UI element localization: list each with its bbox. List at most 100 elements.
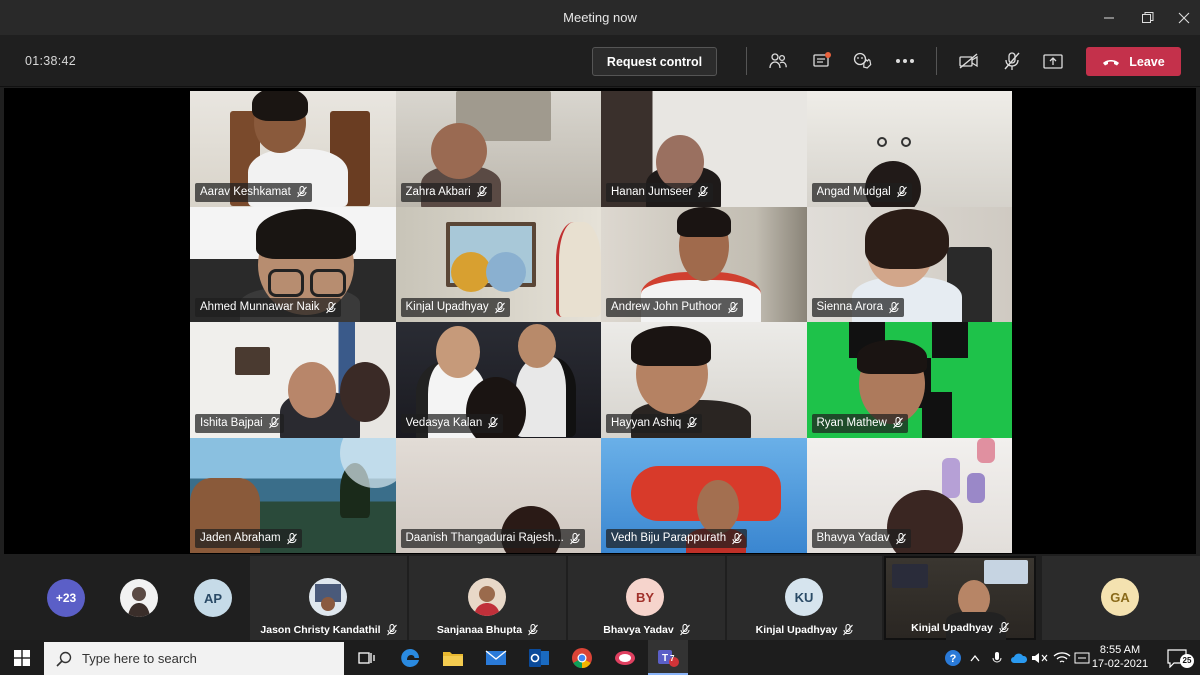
- person-head: [517, 324, 556, 368]
- title-bar: Meeting now: [0, 0, 1200, 35]
- participant-name-tag: Vedasya Kalan: [400, 413, 504, 433]
- participant-name-tag: Andrew John Puthoor: [606, 298, 743, 317]
- teams-meeting-window: Meeting now 01:38:42 Request control Lea…: [0, 0, 1200, 642]
- minimize-icon: [1104, 17, 1114, 18]
- close-button[interactable]: [1164, 0, 1200, 35]
- video-tile[interactable]: Angad Mudgal: [806, 91, 1012, 207]
- camera-off-icon: [959, 53, 978, 69]
- start-button[interactable]: [0, 640, 44, 675]
- participants-button[interactable]: [764, 48, 792, 74]
- video-tile[interactable]: Jaden Abraham: [190, 437, 396, 553]
- chat-button[interactable]: [808, 48, 836, 74]
- microphone-icon: [992, 651, 1002, 663]
- raise-hand-button[interactable]: [849, 48, 877, 74]
- meeting-timer: 01:38:42: [25, 54, 77, 68]
- teams-app-button[interactable]: T 7: [648, 640, 688, 675]
- mic-muted-icon: [325, 301, 336, 313]
- participant-name-tag: Vedh Biju Parappurath: [606, 529, 748, 548]
- chevron-up-icon: [970, 654, 980, 661]
- chrome-app-button[interactable]: [562, 640, 602, 675]
- participant-tile[interactable]: BY Bhavya Yadav: [568, 556, 725, 640]
- leave-label: Leave: [1129, 54, 1165, 69]
- participant-tile[interactable]: Sanjanaa Bhupta: [409, 556, 566, 640]
- hair-shape: [252, 91, 308, 121]
- video-stage: Aarav Keshkamat Zahra Akbari Hanan Jumse…: [4, 88, 1196, 554]
- video-tile[interactable]: Ryan Mathew: [806, 322, 1012, 438]
- mail-app-button[interactable]: [476, 640, 516, 675]
- video-tile[interactable]: Andrew John Puthoor: [601, 206, 807, 322]
- taskbar-search-box[interactable]: Type here to search: [44, 642, 344, 675]
- chevron-up-tray[interactable]: [966, 640, 984, 675]
- leave-button[interactable]: Leave: [1086, 47, 1181, 76]
- participant-tile[interactable]: GA: [1042, 556, 1200, 640]
- action-center-button[interactable]: 25: [1160, 640, 1196, 675]
- participant-name-tag: Zahra Akbari: [400, 182, 492, 202]
- participant-name-tag: Kinjal Upadhyay: [400, 298, 510, 317]
- mic-muted-icon: [494, 301, 505, 313]
- video-tile[interactable]: Ahmed Munnawar Naik: [190, 206, 396, 322]
- chart-board-shape: [555, 221, 601, 317]
- participant-tile[interactable]: KU Kinjal Upadhyay: [727, 556, 882, 640]
- headband-shape: [900, 137, 911, 147]
- mic-muted-icon: [998, 622, 1009, 634]
- toolbar-divider: [936, 47, 937, 75]
- mic-toggle-button[interactable]: [998, 48, 1026, 74]
- video-tile[interactable]: Vedh Biju Parappurath: [601, 437, 807, 553]
- wifi-tray-icon[interactable]: [1052, 640, 1072, 675]
- snip-app-button[interactable]: [605, 640, 645, 675]
- language-tray-icon[interactable]: [1073, 640, 1091, 675]
- mic-tray-icon[interactable]: [988, 640, 1006, 675]
- file-explorer-button[interactable]: [433, 640, 473, 675]
- camera-toggle-button[interactable]: [955, 48, 983, 74]
- participant-label: Kinjal Upadhyay: [727, 624, 882, 636]
- edge-icon: [401, 648, 419, 667]
- creeper-face-shape: [931, 322, 968, 358]
- search-placeholder: Type here to search: [82, 651, 197, 666]
- self-video-tile[interactable]: Kinjal Upadhyay: [884, 556, 1036, 642]
- video-tile[interactable]: Bhavya Yadav: [806, 437, 1012, 553]
- chat-icon: [813, 52, 831, 67]
- task-view-button[interactable]: [346, 640, 386, 675]
- video-tile[interactable]: Aarav Keshkamat: [190, 91, 396, 207]
- notification-count-badge: 25: [1180, 654, 1194, 668]
- participant-name-tag: Sienna Arora: [811, 298, 904, 317]
- maximize-button[interactable]: [1127, 0, 1167, 35]
- video-tile[interactable]: Ishita Bajpai: [190, 322, 396, 438]
- video-tile[interactable]: Hanan Jumseer: [601, 91, 807, 207]
- glasses-shape: [268, 268, 304, 297]
- minimize-button[interactable]: [1089, 0, 1129, 35]
- participant-name-tag: Hanan Jumseer: [606, 182, 714, 202]
- video-tile[interactable]: Sienna Arora: [806, 206, 1012, 322]
- video-tile[interactable]: Kinjal Upadhyay: [395, 206, 601, 322]
- svg-text:?: ?: [950, 653, 957, 665]
- avatar: [468, 578, 506, 616]
- taskbar-clock[interactable]: 8:55 AM 17-02-2021: [1090, 643, 1150, 671]
- video-tile[interactable]: Daanish Thangadurai Rajesh...: [395, 437, 601, 553]
- teams-badge: 7: [670, 654, 675, 663]
- participant-tile[interactable]: Jason Christy Kandathil: [250, 556, 407, 640]
- video-tile[interactable]: Vedasya Kalan: [395, 322, 601, 438]
- avatar[interactable]: [120, 579, 158, 617]
- more-participants-badge[interactable]: +23: [47, 579, 85, 617]
- person-head: [485, 251, 526, 292]
- avatar-ap[interactable]: AP: [194, 579, 232, 617]
- video-tile[interactable]: Zahra Akbari: [395, 91, 601, 207]
- windows-taskbar: Type here to search T 7 ? 8:55 AM 17-02-…: [0, 640, 1200, 675]
- share-screen-button[interactable]: [1039, 48, 1067, 74]
- help-tray-icon[interactable]: ?: [942, 640, 964, 675]
- mic-muted-icon: [488, 417, 499, 429]
- request-control-button[interactable]: Request control: [592, 47, 717, 76]
- participant-strip: +23 AP Jason Christy Kandathil Sanjanaa …: [0, 556, 1200, 642]
- glasses-shape: [310, 268, 346, 297]
- volume-tray-icon[interactable]: [1030, 640, 1050, 675]
- video-tile[interactable]: Hayyan Ashiq: [601, 322, 807, 438]
- person-head: [697, 479, 739, 534]
- more-options-button[interactable]: [891, 48, 919, 74]
- outlook-app-button[interactable]: [519, 640, 559, 675]
- poster-shape: [450, 251, 491, 292]
- edge-app-button[interactable]: [390, 640, 430, 675]
- participant-name-tag: Jaden Abraham: [195, 529, 302, 548]
- onedrive-tray-icon[interactable]: [1008, 640, 1030, 675]
- participant-name-tag: Bhavya Yadav: [811, 529, 911, 548]
- mic-muted-icon: [268, 417, 279, 429]
